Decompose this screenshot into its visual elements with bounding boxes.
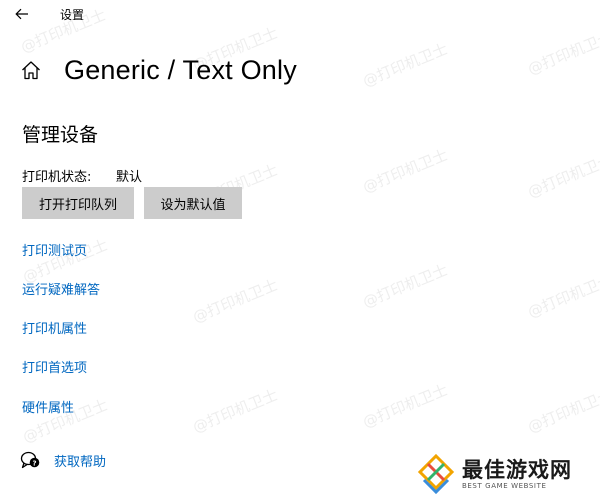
watermark-text: @打印机卫士 [525, 270, 600, 322]
svg-text:?: ? [32, 459, 36, 467]
run-troubleshooter-link[interactable]: 运行疑难解答 [22, 279, 100, 298]
get-help-label: 获取帮助 [54, 454, 107, 470]
watermark-text: @打印机卫士 [360, 145, 451, 197]
printer-properties-link[interactable]: 打印机属性 [22, 318, 87, 337]
watermark-text: @打印机卫士 [525, 385, 600, 437]
watermark-text: @打印机卫士 [525, 150, 600, 202]
printing-preferences-link[interactable]: 打印首选项 [22, 357, 87, 376]
status-value: 默认 [116, 170, 143, 185]
watermark-text: @打印机卫士 [360, 380, 451, 432]
status-label: 打印机状态: [22, 170, 92, 185]
home-icon[interactable] [18, 57, 44, 83]
page-title: Generic / Text Only [64, 54, 297, 85]
watermark-text: @打印机卫士 [360, 39, 451, 91]
printer-status: 打印机状态: 默认 [22, 166, 142, 185]
logo-name: 最佳游戏网 [462, 458, 572, 482]
window-title: 设置 [60, 8, 85, 22]
logo-emblem-icon [417, 453, 455, 495]
back-button[interactable] [8, 2, 36, 26]
print-test-page-link[interactable]: 打印测试页 [22, 240, 87, 259]
watermark-text: @打印机卫士 [360, 260, 451, 312]
page-header: Generic / Text Only [18, 52, 297, 88]
set-default-button[interactable]: 设为默认值 [144, 187, 242, 219]
site-logo: 最佳游戏网 BEST GAME WEBSITE [414, 452, 600, 498]
watermark-text: @打印机卫士 [190, 275, 281, 327]
back-arrow-icon [15, 8, 28, 20]
title-bar: 设置 [0, 0, 600, 28]
help-chat-icon: ? [20, 450, 42, 470]
watermark-text: @打印机卫士 [190, 385, 281, 437]
section-title: 管理设备 [22, 124, 99, 146]
open-print-queue-button[interactable]: 打开打印队列 [22, 187, 134, 219]
watermark-text: @打印机卫士 [525, 27, 600, 79]
get-help-link[interactable]: ? 获取帮助 [20, 450, 106, 470]
logo-tagline: BEST GAME WEBSITE [462, 482, 547, 490]
hardware-properties-link[interactable]: 硬件属性 [22, 397, 74, 416]
